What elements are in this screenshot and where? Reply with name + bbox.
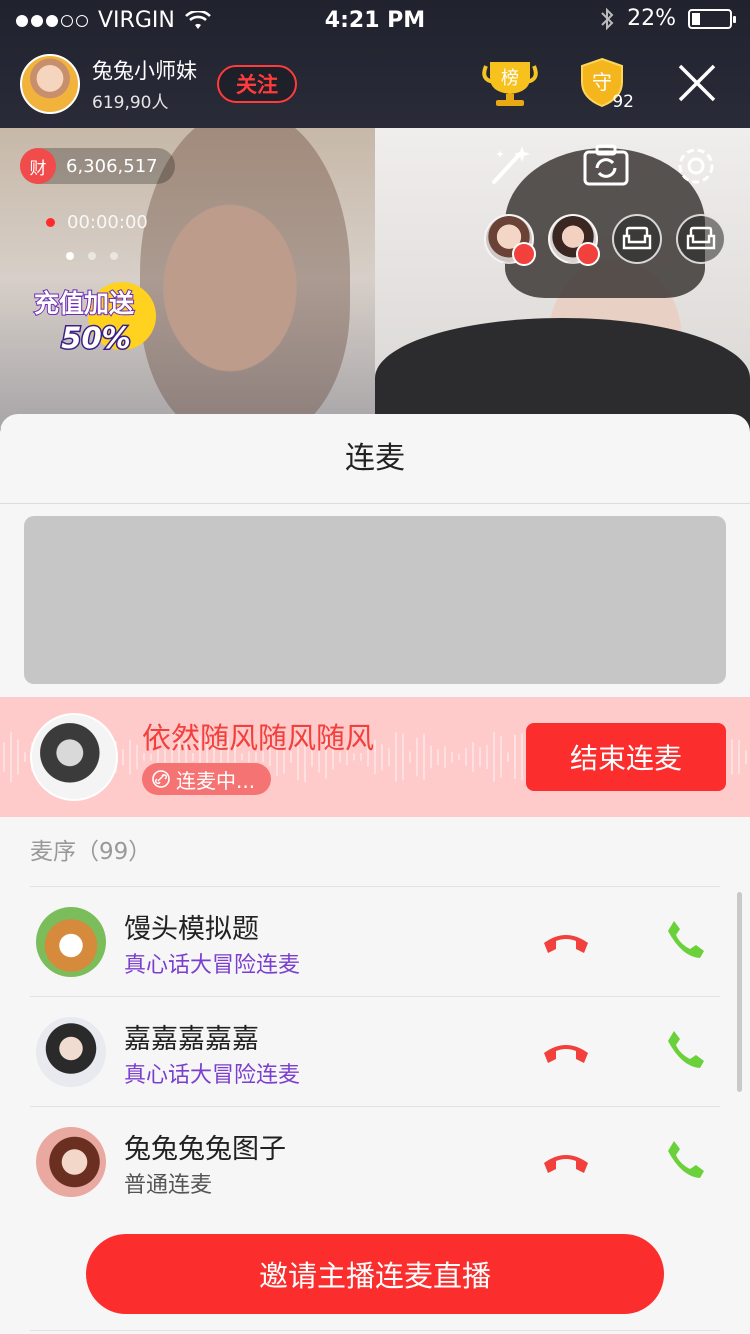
ranking-trophy-icon[interactable]: 榜 xyxy=(480,58,540,108)
queue-user-name: 嘉嘉嘉嘉嘉 xyxy=(124,1024,259,1055)
accept-call-icon[interactable] xyxy=(664,1027,708,1071)
viewer-count: 619,90人 xyxy=(92,93,169,113)
battery-percent: 22% xyxy=(627,6,676,31)
link-icon xyxy=(152,770,170,788)
sofa-icon xyxy=(686,226,716,250)
accept-call-icon[interactable] xyxy=(664,917,708,961)
linking-status-text: 连麦中... xyxy=(176,768,256,793)
seat-occupant-2[interactable] xyxy=(548,214,600,266)
queue-user-avatar[interactable] xyxy=(36,1017,106,1087)
queue-row: 馒头模拟题 真心话大冒险连麦 xyxy=(30,886,720,996)
settings-gear-icon[interactable] xyxy=(672,142,720,190)
sofa-icon xyxy=(622,226,652,250)
beauty-wand-icon[interactable] xyxy=(486,142,534,190)
active-link-row: 依然随风随风随风 连麦中... 结束连麦 xyxy=(0,697,750,817)
guardian-count: 92 xyxy=(612,92,634,112)
decline-call-icon[interactable] xyxy=(540,923,592,959)
queue-link-type: 真心话大冒险连麦 xyxy=(124,1063,301,1088)
svg-text:充值加送: 充值加送 xyxy=(34,289,134,318)
banner-placeholder[interactable] xyxy=(24,516,726,684)
record-time: 00:00:00 xyxy=(67,212,148,233)
follow-button[interactable]: 关注 xyxy=(217,65,297,103)
recharge-promo-banner[interactable]: 充值加送 50% xyxy=(22,278,162,358)
host-name: 兔兔小师妹 xyxy=(92,59,197,83)
queue-link-type: 普通连麦 xyxy=(124,1173,213,1198)
status-bar: VIRGIN 4:21 PM 22% xyxy=(0,0,750,42)
link-mic-sheet: 连麦 依然随风随风随风 连麦中... 结束连麦 麦序（99） 馒头模拟题 真心话… xyxy=(0,414,750,1334)
record-dot-icon xyxy=(46,218,55,227)
empty-seat-1[interactable] xyxy=(612,214,662,264)
end-link-button[interactable]: 结束连麦 xyxy=(526,723,726,791)
seat-occupant-1[interactable] xyxy=(484,214,536,266)
record-timer: 00:00:00 xyxy=(46,212,148,233)
bluetooth-icon xyxy=(601,7,614,30)
switch-camera-icon[interactable] xyxy=(582,142,630,190)
active-user-name: 依然随风随风随风 xyxy=(142,721,375,755)
wealth-badge[interactable]: 财 6,306,517 xyxy=(20,148,175,184)
bottom-divider xyxy=(30,1330,720,1331)
sofa-badge-icon xyxy=(576,242,600,266)
queue-header: 麦序（99） xyxy=(30,839,152,865)
host-avatar[interactable] xyxy=(20,54,80,114)
top-bar: VIRGIN 4:21 PM 22% 兔兔小师妹 619,90人 关注 榜 守 … xyxy=(0,0,750,128)
battery-icon xyxy=(688,8,736,29)
svg-text:守: 守 xyxy=(592,70,612,94)
sheet-title: 连麦 xyxy=(0,414,750,504)
queue-link-type: 真心话大冒险连麦 xyxy=(124,953,301,978)
svg-text:榜: 榜 xyxy=(501,68,519,89)
invite-host-button[interactable]: 邀请主播连麦直播 xyxy=(86,1234,664,1314)
decline-call-icon[interactable] xyxy=(540,1143,592,1179)
active-user-avatar[interactable] xyxy=(30,713,118,801)
guardian-badge[interactable]: 守 92 xyxy=(572,56,638,112)
linking-status-badge: 连麦中... xyxy=(142,763,272,795)
queue-user-avatar[interactable] xyxy=(36,1127,106,1197)
queue-row: 兔兔兔兔图子 普通连麦 xyxy=(30,1106,720,1216)
seat-row xyxy=(484,214,726,266)
wealth-value: 6,306,517 xyxy=(66,155,158,177)
host-video[interactable]: 财 6,306,517 00:00:00 充值加送 50% xyxy=(0,128,375,428)
svg-text:50%: 50% xyxy=(61,321,130,355)
host-info-bar: 兔兔小师妹 619,90人 关注 xyxy=(20,54,297,114)
queue-scrollbar[interactable] xyxy=(737,892,742,1092)
close-icon[interactable] xyxy=(676,62,718,104)
queue-user-name: 兔兔兔兔图子 xyxy=(124,1134,286,1165)
accept-call-icon[interactable] xyxy=(664,1137,708,1181)
wealth-icon: 财 xyxy=(20,148,56,184)
queue-user-avatar[interactable] xyxy=(36,907,106,977)
queue-row: 嘉嘉嘉嘉嘉 真心话大冒险连麦 xyxy=(30,996,720,1106)
sofa-badge-icon xyxy=(512,242,536,266)
video-area: 财 6,306,517 00:00:00 充值加送 50% xyxy=(0,128,750,428)
page-indicator xyxy=(66,252,118,260)
empty-seat-2[interactable] xyxy=(676,214,726,264)
queue-user-name: 馒头模拟题 xyxy=(124,914,259,945)
decline-call-icon[interactable] xyxy=(540,1033,592,1069)
